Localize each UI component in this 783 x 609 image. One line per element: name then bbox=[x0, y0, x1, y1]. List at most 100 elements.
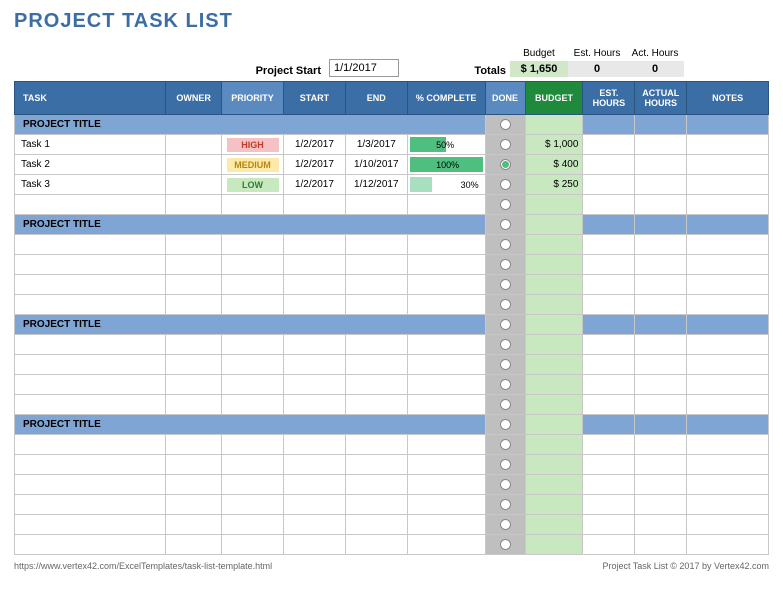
start-cell[interactable] bbox=[284, 335, 346, 355]
notes-cell[interactable] bbox=[687, 475, 769, 495]
act-cell[interactable] bbox=[635, 415, 687, 435]
act-cell[interactable] bbox=[635, 395, 687, 415]
budget-cell[interactable] bbox=[525, 515, 583, 535]
est-cell[interactable] bbox=[583, 235, 635, 255]
end-cell[interactable] bbox=[345, 335, 407, 355]
task-cell[interactable] bbox=[15, 235, 166, 255]
budget-cell[interactable] bbox=[525, 415, 583, 435]
budget-cell[interactable] bbox=[525, 315, 583, 335]
budget-cell[interactable] bbox=[525, 335, 583, 355]
budget-cell[interactable] bbox=[525, 255, 583, 275]
end-cell[interactable]: 1/12/2017 bbox=[345, 175, 407, 195]
act-cell[interactable] bbox=[635, 375, 687, 395]
radio-icon[interactable] bbox=[500, 539, 511, 550]
pct-cell[interactable] bbox=[407, 235, 485, 255]
task-cell[interactable] bbox=[15, 355, 166, 375]
end-cell[interactable] bbox=[345, 495, 407, 515]
priority-cell[interactable] bbox=[222, 195, 284, 215]
budget-cell[interactable] bbox=[525, 435, 583, 455]
section-title[interactable]: PROJECT TITLE bbox=[15, 115, 486, 135]
est-cell[interactable] bbox=[583, 415, 635, 435]
done-cell[interactable] bbox=[485, 495, 525, 515]
est-cell[interactable] bbox=[583, 455, 635, 475]
est-cell[interactable] bbox=[583, 335, 635, 355]
done-cell[interactable] bbox=[485, 395, 525, 415]
radio-icon[interactable] bbox=[500, 179, 511, 190]
done-cell[interactable] bbox=[485, 415, 525, 435]
priority-cell[interactable] bbox=[222, 495, 284, 515]
owner-cell[interactable] bbox=[166, 515, 222, 535]
owner-cell[interactable] bbox=[166, 455, 222, 475]
act-cell[interactable] bbox=[635, 235, 687, 255]
est-cell[interactable] bbox=[583, 435, 635, 455]
budget-cell[interactable] bbox=[525, 115, 583, 135]
notes-cell[interactable] bbox=[687, 535, 769, 555]
act-cell[interactable] bbox=[635, 215, 687, 235]
pct-cell[interactable] bbox=[407, 455, 485, 475]
est-cell[interactable] bbox=[583, 175, 635, 195]
notes-cell[interactable] bbox=[687, 255, 769, 275]
est-cell[interactable] bbox=[583, 115, 635, 135]
act-cell[interactable] bbox=[635, 355, 687, 375]
pct-cell[interactable] bbox=[407, 535, 485, 555]
pct-cell[interactable] bbox=[407, 275, 485, 295]
end-cell[interactable] bbox=[345, 535, 407, 555]
pct-cell[interactable] bbox=[407, 435, 485, 455]
est-cell[interactable] bbox=[583, 495, 635, 515]
done-cell[interactable] bbox=[485, 215, 525, 235]
end-cell[interactable]: 1/10/2017 bbox=[345, 155, 407, 175]
start-cell[interactable] bbox=[284, 475, 346, 495]
notes-cell[interactable] bbox=[687, 275, 769, 295]
radio-icon[interactable] bbox=[500, 119, 511, 130]
end-cell[interactable] bbox=[345, 295, 407, 315]
owner-cell[interactable] bbox=[166, 275, 222, 295]
radio-icon[interactable] bbox=[500, 459, 511, 470]
start-cell[interactable] bbox=[284, 535, 346, 555]
budget-cell[interactable] bbox=[525, 395, 583, 415]
start-cell[interactable]: 1/2/2017 bbox=[284, 155, 346, 175]
est-cell[interactable] bbox=[583, 475, 635, 495]
act-cell[interactable] bbox=[635, 335, 687, 355]
owner-cell[interactable] bbox=[166, 235, 222, 255]
priority-cell[interactable] bbox=[222, 395, 284, 415]
start-cell[interactable] bbox=[284, 515, 346, 535]
task-cell[interactable] bbox=[15, 455, 166, 475]
radio-icon[interactable] bbox=[500, 319, 511, 330]
priority-cell[interactable] bbox=[222, 275, 284, 295]
budget-cell[interactable] bbox=[525, 195, 583, 215]
act-cell[interactable] bbox=[635, 515, 687, 535]
done-cell[interactable] bbox=[485, 535, 525, 555]
pct-cell[interactable] bbox=[407, 335, 485, 355]
pct-cell[interactable] bbox=[407, 195, 485, 215]
pct-cell[interactable] bbox=[407, 495, 485, 515]
done-cell[interactable] bbox=[485, 195, 525, 215]
act-cell[interactable] bbox=[635, 155, 687, 175]
radio-icon[interactable] bbox=[500, 359, 511, 370]
end-cell[interactable] bbox=[345, 455, 407, 475]
act-cell[interactable] bbox=[635, 115, 687, 135]
pct-cell[interactable] bbox=[407, 355, 485, 375]
act-cell[interactable] bbox=[635, 295, 687, 315]
done-cell[interactable] bbox=[485, 235, 525, 255]
budget-cell[interactable] bbox=[525, 355, 583, 375]
end-cell[interactable] bbox=[345, 275, 407, 295]
est-cell[interactable] bbox=[583, 535, 635, 555]
notes-cell[interactable] bbox=[687, 375, 769, 395]
notes-cell[interactable] bbox=[687, 455, 769, 475]
priority-cell[interactable] bbox=[222, 475, 284, 495]
notes-cell[interactable] bbox=[687, 215, 769, 235]
section-title[interactable]: PROJECT TITLE bbox=[15, 315, 486, 335]
budget-cell[interactable] bbox=[525, 475, 583, 495]
budget-cell[interactable]: $ 400 bbox=[525, 155, 583, 175]
est-cell[interactable] bbox=[583, 315, 635, 335]
end-cell[interactable] bbox=[345, 435, 407, 455]
done-cell[interactable] bbox=[485, 275, 525, 295]
radio-icon[interactable] bbox=[500, 299, 511, 310]
start-cell[interactable] bbox=[284, 375, 346, 395]
owner-cell[interactable] bbox=[166, 135, 222, 155]
priority-cell[interactable] bbox=[222, 515, 284, 535]
est-cell[interactable] bbox=[583, 275, 635, 295]
est-cell[interactable] bbox=[583, 135, 635, 155]
pct-cell[interactable] bbox=[407, 515, 485, 535]
task-cell[interactable] bbox=[15, 515, 166, 535]
